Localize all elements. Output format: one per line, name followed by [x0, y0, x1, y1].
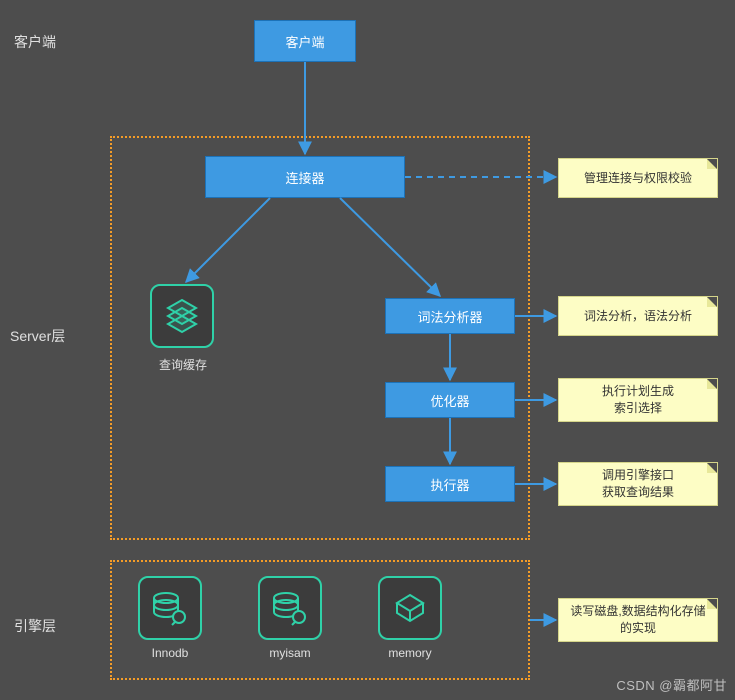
section-label-engine: 引擎层 [14, 616, 56, 636]
section-label-server: Server层 [10, 326, 65, 346]
node-optimizer: 优化器 [385, 382, 515, 418]
note-executor: 调用引擎接口 获取查询结果 [558, 462, 718, 506]
node-executor: 执行器 [385, 466, 515, 502]
node-client: 客户端 [254, 20, 356, 62]
memory-label: memory [380, 646, 440, 660]
note-engine: 读写磁盘,数据结构化存储的实现 [558, 598, 718, 642]
node-lexer: 词法分析器 [385, 298, 515, 334]
cache-icon [150, 284, 214, 348]
note-lexer: 词法分析，语法分析 [558, 296, 718, 336]
node-connector: 连接器 [205, 156, 405, 198]
myisam-label: myisam [262, 646, 318, 660]
watermark: CSDN @霸都阿甘 [616, 675, 727, 694]
innodb-icon [138, 576, 202, 640]
cache-label: 查询缓存 [155, 356, 211, 373]
myisam-icon [258, 576, 322, 640]
section-label-client: 客户端 [14, 32, 56, 52]
memory-icon [378, 576, 442, 640]
innodb-label: Innodb [142, 646, 198, 660]
note-optimizer: 执行计划生成 索引选择 [558, 378, 718, 422]
note-connector: 管理连接与权限校验 [558, 158, 718, 198]
